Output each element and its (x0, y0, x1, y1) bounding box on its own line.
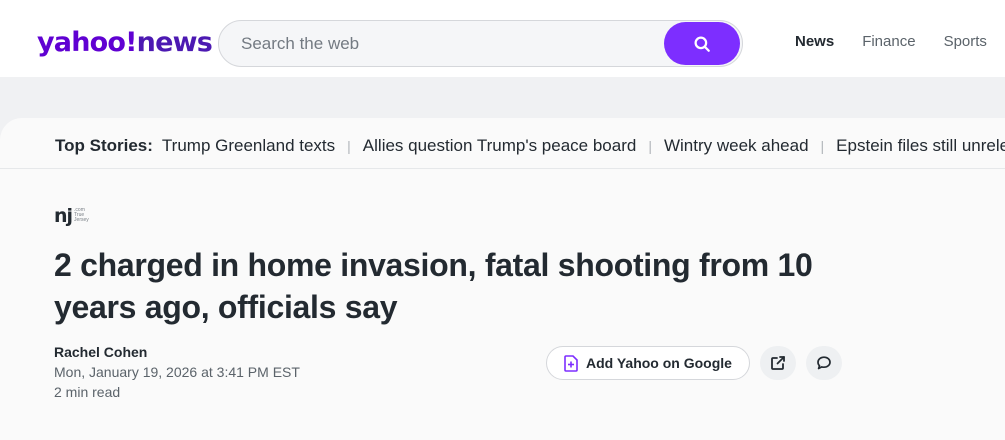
add-yahoo-on-google-label: Add Yahoo on Google (586, 355, 732, 371)
search-input[interactable] (241, 21, 661, 66)
top-stories-label: Top Stories: (55, 136, 153, 155)
article-headline: 2 charged in home invasion, fatal shooti… (54, 247, 813, 325)
byline: Rachel Cohen Mon, January 19, 2026 at 3:… (54, 342, 300, 402)
top-story-link[interactable]: Trump Greenland texts (162, 136, 335, 156)
comment-button[interactable] (805, 346, 842, 380)
nav-item-finance[interactable]: Finance (862, 33, 915, 50)
publish-date: Mon, January 19, 2026 at 3:41 PM EST (54, 364, 300, 380)
top-stories-bar: Top Stories: Trump Greenland texts | All… (55, 134, 1005, 158)
source-logo[interactable]: nj .com True Jersey (54, 206, 89, 226)
add-yahoo-on-google-button[interactable]: Add Yahoo on Google (546, 346, 750, 380)
author-name[interactable]: Rachel Cohen (54, 342, 300, 362)
divider (0, 168, 1005, 169)
plus-document-icon (564, 354, 578, 372)
logo-yahoo: yahoo! (37, 27, 137, 58)
separator: | (820, 138, 825, 154)
separator: | (648, 138, 652, 154)
share-icon (771, 356, 785, 370)
search-icon (694, 36, 710, 52)
search-button[interactable] (664, 22, 740, 65)
logo-news: news (136, 27, 213, 58)
read-time: 2 min read (54, 384, 121, 400)
source-logo-small-text: .com True Jersey (74, 207, 89, 223)
article-card: Top Stories: Trump Greenland texts | All… (0, 118, 1005, 440)
top-story-link[interactable]: Wintry week ahead (664, 136, 809, 156)
source-logo-text: nj (54, 205, 73, 227)
comment-icon (817, 356, 831, 370)
nav-item-sports[interactable]: Sports (944, 33, 987, 50)
share-button[interactable] (759, 346, 796, 380)
main-nav: News Finance Sports (795, 33, 1005, 50)
top-story-link[interactable]: Epstein files still unreleased (836, 136, 1005, 156)
search-bar (218, 20, 743, 67)
top-story-link[interactable]: Allies question Trump's peace board (363, 136, 637, 156)
separator: | (347, 138, 351, 154)
site-header: yahoo!news News Finance Sports (0, 0, 1005, 77)
article-actions: Add Yahoo on Google (546, 346, 842, 380)
nav-item-news[interactable]: News (795, 33, 834, 50)
yahoo-news-logo[interactable]: yahoo!news (37, 24, 213, 62)
